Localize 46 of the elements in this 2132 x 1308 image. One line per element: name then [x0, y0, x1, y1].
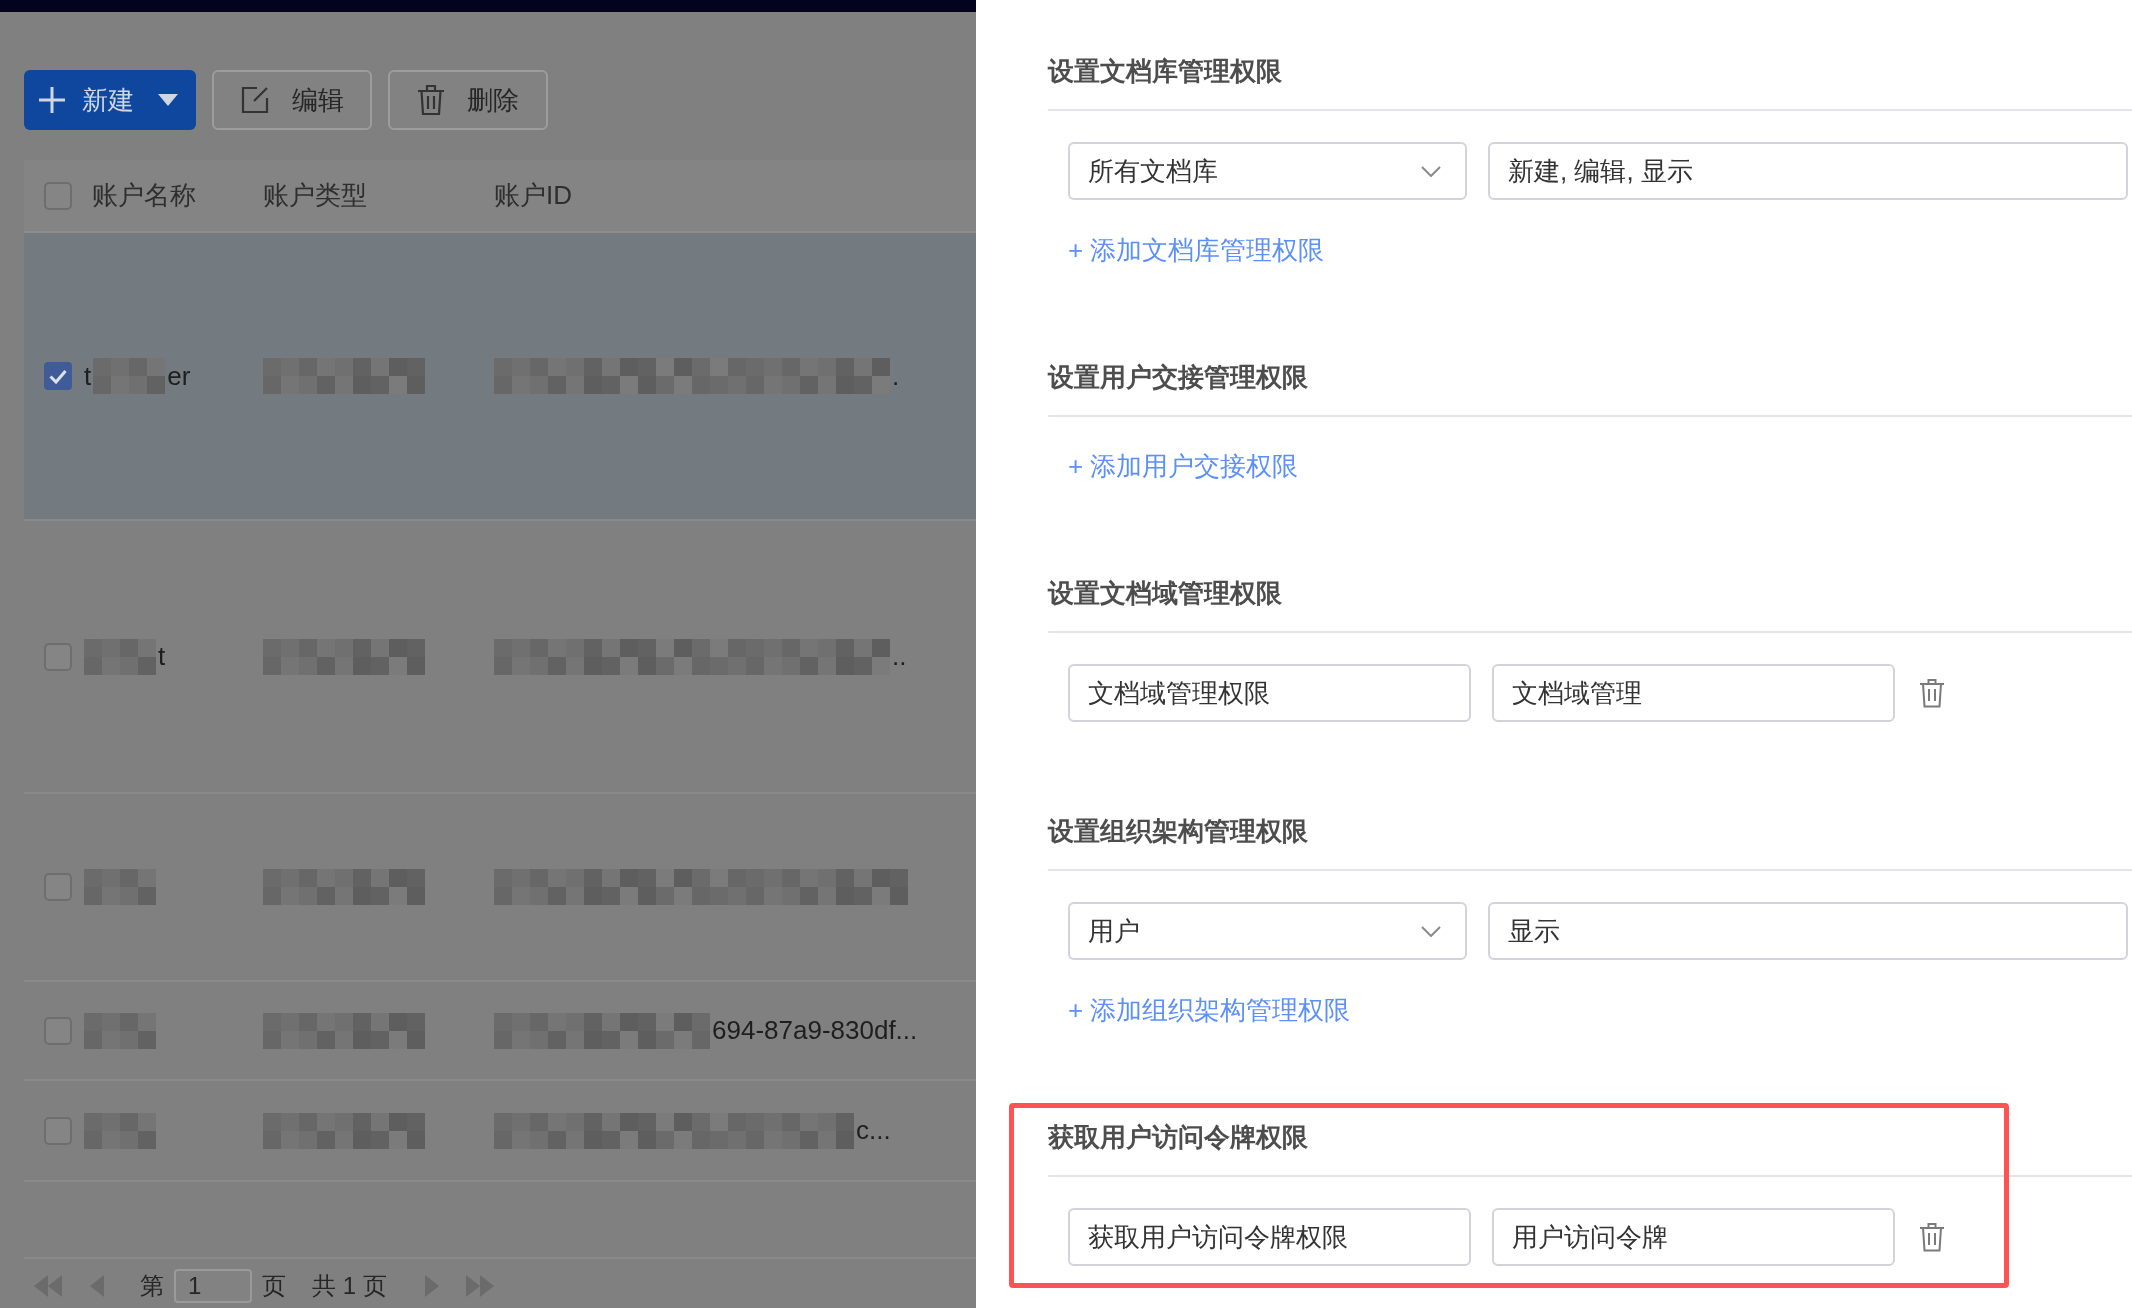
page-label: 页 [262, 1271, 286, 1301]
trash-icon [417, 84, 445, 116]
text-field[interactable]: 获取用户访问令牌权限 [1068, 1208, 1471, 1266]
text-field[interactable]: 显示 [1488, 902, 2128, 960]
text-field[interactable]: 新建, 编辑, 显示 [1488, 142, 2128, 200]
cell-text: t [158, 641, 166, 672]
new-button[interactable]: 新建 [24, 70, 196, 130]
cell-text: er [167, 360, 191, 392]
add-link[interactable]: + 添加文档库管理权限 [1068, 232, 1325, 268]
section-title: 设置文档域管理权限 [1048, 577, 1282, 610]
chevron-down-icon [1421, 925, 1441, 937]
cell-text: .. [892, 641, 907, 672]
table-row[interactable]: c... [24, 1081, 976, 1182]
checkbox[interactable] [44, 362, 72, 390]
edit-icon [240, 85, 270, 115]
trash-icon[interactable] [1919, 678, 1945, 708]
caret-down-icon [158, 94, 178, 106]
table-row[interactable]: 694-87a9-830df... [24, 982, 976, 1081]
section-title: 获取用户访问令牌权限 [1048, 1121, 1308, 1154]
section-title: 设置文档库管理权限 [1048, 55, 1282, 88]
delete-button[interactable]: 删除 [388, 70, 548, 130]
cell-text: . [892, 360, 900, 392]
plus-icon [38, 86, 66, 114]
column-header: 账户类型 [263, 179, 368, 212]
text-field[interactable]: 文档域管理权限 [1068, 664, 1471, 722]
section-title: 设置用户交接管理权限 [1048, 361, 1308, 394]
table-row[interactable]: t er . [24, 233, 976, 521]
add-link[interactable]: + 添加用户交接权限 [1068, 448, 1299, 484]
add-link[interactable]: + 添加组织架构管理权限 [1068, 992, 1351, 1028]
chevron-down-icon [1421, 165, 1441, 177]
text-field[interactable]: 用户访问令牌 [1492, 1208, 1895, 1266]
column-header: 账户ID [494, 179, 573, 212]
section-title: 设置组织架构管理权限 [1048, 815, 1308, 848]
trash-icon[interactable] [1919, 1222, 1945, 1252]
column-header: 账户名称 [91, 179, 197, 212]
page-input[interactable]: 1 [174, 1269, 252, 1303]
table-row[interactable]: t .. [24, 521, 976, 794]
dropdown-select[interactable]: 所有文档库 [1068, 142, 1467, 200]
edit-button[interactable]: 编辑 [212, 70, 372, 130]
dropdown-select[interactable]: 用户 [1068, 902, 1467, 960]
cell-text: t [84, 360, 92, 392]
cell-text: c... [856, 1115, 891, 1146]
page-label: 第 [140, 1271, 164, 1301]
page-total: 共 1 页 [312, 1271, 387, 1301]
cell-text: 694-87a9-830df... [712, 1015, 918, 1046]
text-field[interactable]: 文档域管理 [1492, 664, 1895, 722]
